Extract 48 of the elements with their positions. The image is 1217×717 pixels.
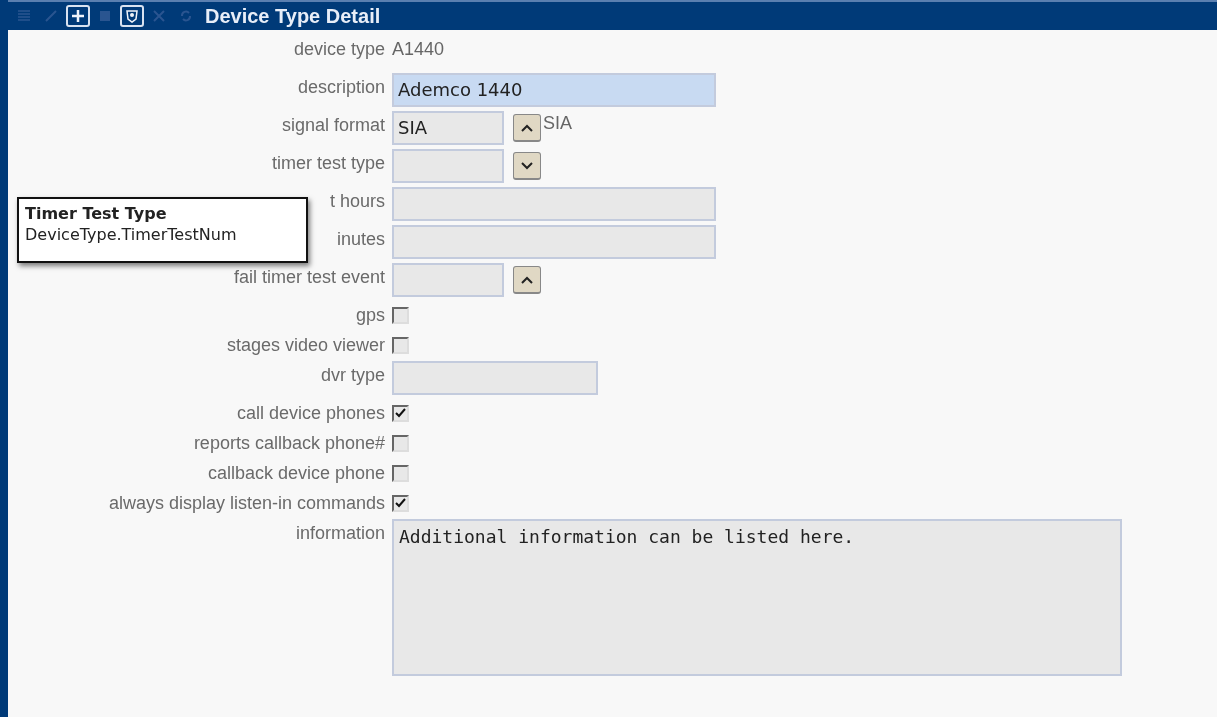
checkbox[interactable]	[392, 307, 409, 324]
input-field[interactable]	[392, 225, 716, 259]
field-label: fail timer test event	[233, 267, 385, 287]
field-label: callback device phone	[207, 463, 385, 483]
field-label: inutes	[336, 229, 385, 249]
delete-icon	[151, 8, 167, 24]
tooltip-text: DeviceType.TimerTestNum	[25, 225, 238, 244]
input-field[interactable]	[392, 187, 716, 221]
field-label: description	[297, 77, 385, 97]
field-label: dvr type	[320, 365, 385, 385]
field-value: A1440	[392, 38, 445, 60]
field-label: timer test type	[271, 153, 385, 173]
refresh-icon	[178, 8, 194, 24]
field-label: reports callback phone#	[193, 433, 385, 453]
dropdown-button[interactable]	[513, 152, 541, 180]
checkbox[interactable]	[392, 405, 409, 422]
plus-icon	[70, 8, 86, 24]
field-label: stages video viewer	[226, 335, 385, 355]
select-field[interactable]	[392, 149, 504, 183]
field-label: information	[295, 523, 385, 543]
tooltip-title: Timer Test Type	[25, 204, 168, 223]
checkbox[interactable]	[392, 465, 409, 482]
field-label: gps	[355, 305, 385, 325]
caret-icon	[520, 122, 534, 133]
shield-button[interactable]	[120, 5, 144, 27]
checkbox[interactable]	[392, 495, 409, 512]
window-title: Device Type Detail	[205, 4, 381, 28]
checkbox[interactable]	[392, 337, 409, 354]
field-label: call device phones	[236, 403, 385, 423]
select-field[interactable]	[392, 263, 504, 297]
field-label: device type	[293, 39, 385, 59]
caret-icon	[520, 160, 534, 171]
input-field[interactable]: Ademco 1440	[392, 73, 716, 107]
caret-icon	[520, 274, 534, 285]
dropdown-button[interactable]	[513, 266, 541, 294]
plus-button[interactable]	[66, 5, 90, 27]
field-label: always display listen-in commands	[108, 493, 385, 513]
pencil-icon	[43, 8, 59, 24]
list-icon	[16, 8, 32, 24]
text-area[interactable]: Additional information can be listed here.	[392, 519, 1122, 676]
checkbox[interactable]	[392, 435, 409, 452]
field-value: SIA	[543, 112, 572, 134]
dropdown-button[interactable]	[513, 114, 541, 142]
field-label: t hours	[329, 191, 385, 211]
shield-icon	[124, 8, 140, 24]
select-field[interactable]: SIA	[392, 111, 504, 145]
field-label: signal format	[281, 115, 385, 135]
input-field[interactable]	[392, 361, 598, 395]
